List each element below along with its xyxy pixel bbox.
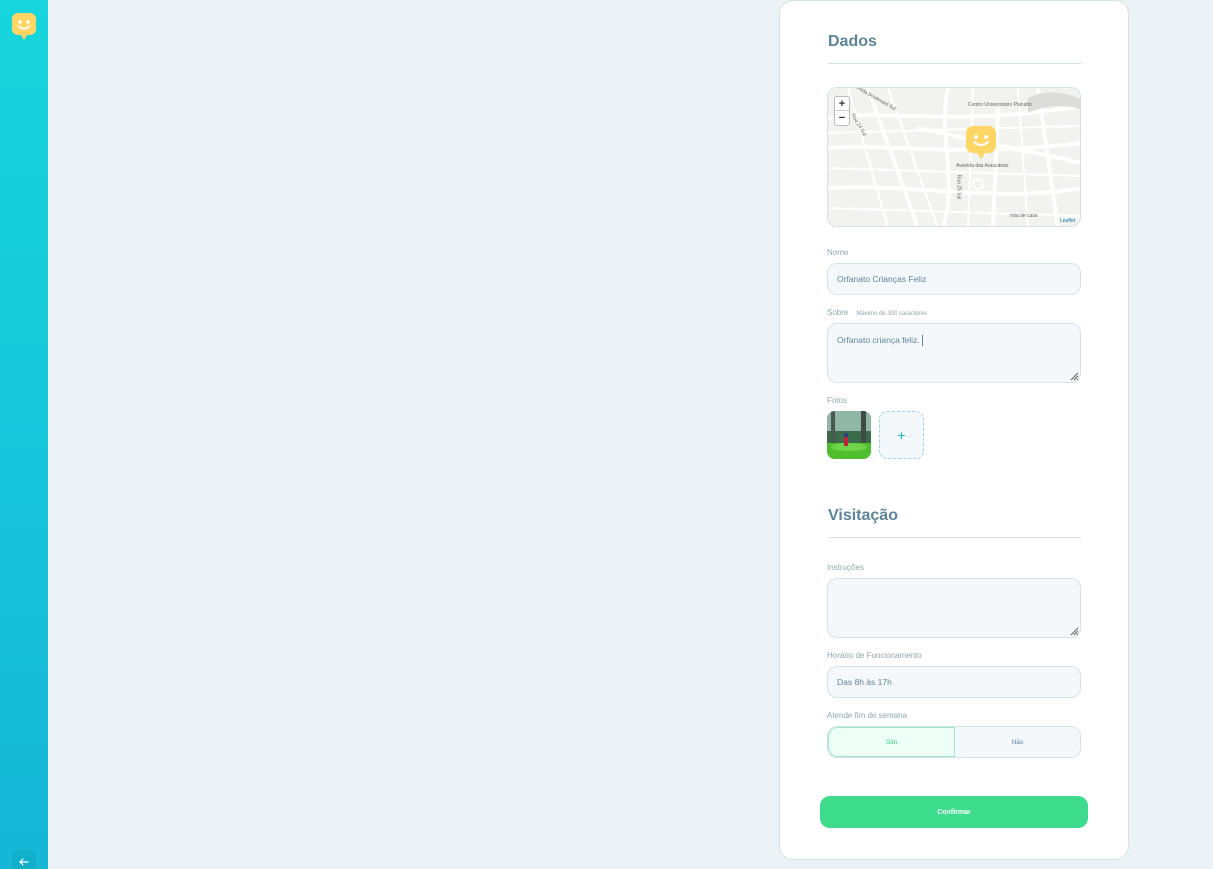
map-marker-icon[interactable] (966, 126, 996, 160)
weekends-toggle: Sim Não (827, 726, 1081, 758)
photos-label: Fotos (827, 396, 848, 405)
opening-hours-label: Horário de Funcionamento (827, 651, 922, 660)
map-label: rota de casa (1010, 213, 1038, 219)
weekends-no-button[interactable]: Não (955, 727, 1080, 757)
map-zoom-control: + − (834, 96, 850, 126)
visitation-section-title: Visitação (828, 507, 1081, 538)
about-textarea[interactable]: Orfanato criança feliz. (827, 323, 1081, 383)
create-orphanage-form: Dados + − Centro Universitario Planalto … (779, 0, 1129, 860)
about-label: Sobre Máximo de 300 caracteres (827, 308, 927, 317)
about-label-text: Sobre (827, 308, 849, 317)
resize-handle-icon[interactable] (1069, 626, 1079, 636)
smiley-pin-icon[interactable] (12, 13, 36, 41)
about-value: Orfanato criança feliz. (837, 335, 920, 345)
map-label: Avenida das Araucárias (956, 163, 1009, 169)
sidebar (0, 0, 48, 869)
arrow-left-icon (19, 858, 29, 866)
name-input[interactable]: Orfanato Crianças Feliz (827, 263, 1081, 295)
add-photo-button[interactable]: + (879, 411, 924, 459)
weekends-label: Atende fim de semana (827, 711, 908, 720)
dados-section-title: Dados (828, 33, 1081, 64)
map-attribution[interactable]: Leaflet (1060, 218, 1075, 224)
about-hint: Máximo de 300 caracteres (856, 311, 928, 317)
opening-hours-input[interactable]: Das 8h às 17h (827, 666, 1081, 698)
back-button[interactable] (12, 850, 36, 869)
instructions-textarea[interactable] (827, 578, 1081, 638)
confirm-button[interactable]: Confirmar (820, 796, 1088, 828)
instructions-label: Instruções (827, 563, 864, 572)
photo-thumbnail[interactable] (827, 411, 871, 459)
map-label: Rua 25 Sul (955, 174, 962, 200)
name-label: Nome (827, 248, 849, 257)
resize-handle-icon[interactable] (1069, 371, 1079, 381)
map-label: Centro Universitario Planalto (968, 102, 1032, 108)
weekends-yes-button[interactable]: Sim (828, 727, 955, 757)
location-map[interactable]: + − Centro Universitario Planalto Avenid… (827, 87, 1081, 227)
text-cursor (921, 335, 923, 346)
zoom-out-button[interactable]: − (835, 111, 849, 125)
zoom-in-button[interactable]: + (835, 97, 849, 111)
map-tiles (828, 88, 1080, 226)
